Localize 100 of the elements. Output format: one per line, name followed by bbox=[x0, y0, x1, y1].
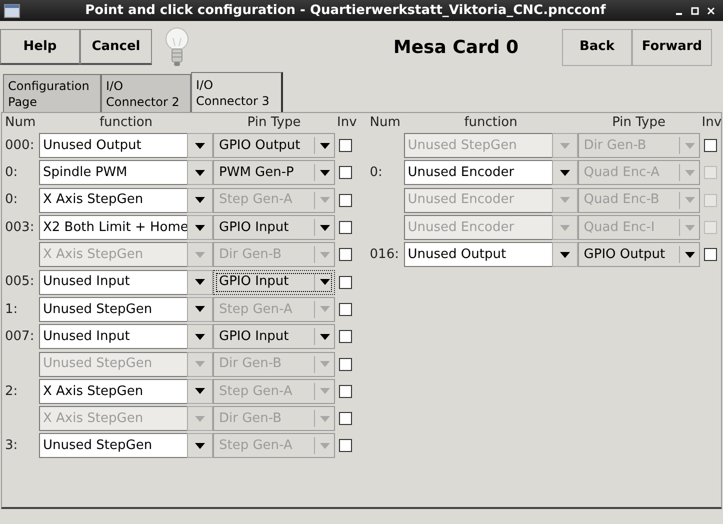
invert-checkbox[interactable] bbox=[339, 439, 352, 452]
function-combo[interactable]: X Axis StepGen bbox=[39, 188, 187, 213]
dropdown-arrow-icon bbox=[320, 361, 330, 368]
invert-checkbox[interactable] bbox=[339, 412, 352, 426]
dropdown-arrow-icon bbox=[320, 306, 330, 312]
function-dropdown-button[interactable] bbox=[552, 160, 578, 186]
pin-number: 0: bbox=[370, 164, 384, 182]
function-dropdown-button[interactable] bbox=[187, 160, 213, 186]
function-combo[interactable]: Unused StepGen bbox=[39, 296, 187, 322]
function-dropdown-button[interactable] bbox=[187, 270, 213, 295]
pin-number: 016: bbox=[370, 246, 400, 264]
column-header: Pin Type bbox=[246, 114, 302, 132]
dropdown-arrow-icon bbox=[195, 442, 205, 449]
function-dropdown-button[interactable] bbox=[187, 133, 213, 158]
dropdown-arrow-icon bbox=[320, 334, 330, 340]
dropdown-arrow-icon bbox=[195, 197, 205, 204]
pin-type-combo[interactable]: PWM Gen-P bbox=[213, 160, 335, 186]
invert-checkbox[interactable] bbox=[339, 358, 352, 371]
dropdown-arrow-icon bbox=[560, 170, 570, 176]
function-combo[interactable]: X Axis StepGen bbox=[39, 378, 187, 404]
pin-type-combo[interactable]: GPIO Output bbox=[578, 242, 700, 268]
function-combo[interactable]: Unused StepGen bbox=[39, 433, 187, 458]
function-dropdown-button[interactable] bbox=[552, 242, 578, 268]
dropdown-arrow-icon bbox=[560, 142, 570, 149]
column-header: function bbox=[463, 114, 518, 132]
dropdown-arrow-icon bbox=[195, 361, 205, 368]
dropdown-arrow-icon bbox=[320, 197, 330, 204]
pin-number: 0: bbox=[5, 164, 19, 182]
dropdown-arrow-icon bbox=[560, 224, 570, 231]
invert-checkbox[interactable] bbox=[339, 139, 352, 152]
function-combo[interactable]: Unused Input bbox=[39, 270, 187, 295]
window-icon bbox=[4, 4, 20, 18]
dropdown-arrow-icon bbox=[195, 334, 205, 340]
toolbar-button[interactable]: Cancel bbox=[80, 29, 152, 65]
column-header: Inv bbox=[702, 114, 722, 132]
dropdown-arrow-icon bbox=[320, 388, 330, 394]
function-dropdown-button[interactable] bbox=[187, 378, 213, 404]
invert-checkbox[interactable] bbox=[339, 276, 352, 289]
dropdown-arrow-icon bbox=[195, 142, 205, 149]
function-dropdown-button[interactable] bbox=[187, 296, 213, 322]
dropdown-arrow-icon bbox=[684, 197, 695, 204]
invert-checkbox[interactable] bbox=[339, 221, 352, 234]
pin-type-combo[interactable]: GPIO Output bbox=[213, 133, 335, 158]
dropdown-arrow-icon bbox=[560, 197, 570, 204]
function-dropdown-button[interactable] bbox=[187, 433, 213, 458]
page-heading: Mesa Card 0 bbox=[392, 36, 520, 60]
function-combo[interactable]: Unused Input bbox=[39, 324, 187, 350]
invert-checkbox[interactable] bbox=[339, 330, 352, 344]
tab[interactable]: I/O Connector 2 bbox=[101, 74, 191, 112]
pin-number: 1: bbox=[5, 300, 19, 319]
dropdown-arrow-icon bbox=[320, 279, 330, 286]
column-header: Num bbox=[370, 114, 402, 132]
column-header: Num bbox=[5, 114, 37, 132]
dropdown-arrow-icon bbox=[320, 442, 330, 449]
dropdown-arrow-icon bbox=[195, 306, 205, 312]
function-combo[interactable]: X2 Both Limit + Home bbox=[39, 215, 187, 240]
toolbar-button[interactable]: Back bbox=[562, 28, 632, 66]
dropdown-arrow-icon bbox=[320, 416, 330, 422]
dropdown-arrow-icon bbox=[195, 279, 205, 286]
tab[interactable]: I/O Connector 3 bbox=[191, 72, 283, 112]
function-dropdown-button[interactable] bbox=[187, 188, 213, 213]
invert-checkbox[interactable] bbox=[339, 166, 352, 180]
pin-type-combo[interactable]: GPIO Input bbox=[213, 324, 335, 350]
invert-checkbox[interactable] bbox=[704, 139, 717, 152]
function-combo[interactable]: Spindle PWM bbox=[39, 160, 187, 186]
dropdown-arrow-icon bbox=[684, 252, 695, 258]
pin-number: 005: bbox=[5, 273, 36, 292]
function-combo[interactable]: Unused Encoder bbox=[404, 160, 552, 186]
column-header: Pin Type bbox=[611, 114, 666, 132]
toolbar-button[interactable]: Help bbox=[0, 29, 80, 65]
pin-type-combo[interactable]: GPIO Input bbox=[213, 215, 335, 240]
dropdown-arrow-icon bbox=[195, 170, 205, 176]
function-dropdown-button[interactable] bbox=[187, 215, 213, 240]
dropdown-arrow-icon bbox=[195, 416, 205, 422]
pin-type-combo[interactable]: GPIO Input bbox=[213, 270, 335, 295]
dropdown-arrow-icon bbox=[320, 224, 330, 231]
tab[interactable]: Configuration Page bbox=[3, 74, 101, 112]
pin-number: 0: bbox=[5, 191, 19, 210]
invert-checkbox[interactable] bbox=[339, 194, 352, 207]
dropdown-arrow-icon bbox=[320, 252, 330, 258]
toolbar-button[interactable]: Forward bbox=[632, 28, 712, 66]
pin-number: 003: bbox=[5, 218, 36, 237]
function-combo[interactable]: Unused Output bbox=[39, 133, 187, 158]
column-header: function bbox=[98, 114, 154, 132]
invert-checkbox[interactable] bbox=[339, 384, 352, 398]
maximize-icon[interactable] bbox=[690, 6, 700, 16]
invert-checkbox[interactable] bbox=[339, 248, 352, 262]
invert-checkbox[interactable] bbox=[704, 248, 717, 262]
lightbulb-icon bbox=[164, 26, 190, 68]
function-combo[interactable]: Unused Output bbox=[404, 242, 552, 268]
dropdown-arrow-icon bbox=[684, 224, 695, 231]
invert-checkbox[interactable] bbox=[339, 302, 352, 316]
dropdown-arrow-icon bbox=[195, 224, 205, 231]
close-icon[interactable] bbox=[706, 6, 716, 16]
dropdown-arrow-icon bbox=[195, 252, 205, 258]
dropdown-arrow-icon bbox=[684, 142, 695, 149]
function-dropdown-button[interactable] bbox=[187, 324, 213, 350]
dropdown-arrow-icon bbox=[560, 252, 570, 258]
dropdown-arrow-icon bbox=[320, 170, 330, 176]
dropdown-arrow-icon bbox=[320, 142, 330, 149]
